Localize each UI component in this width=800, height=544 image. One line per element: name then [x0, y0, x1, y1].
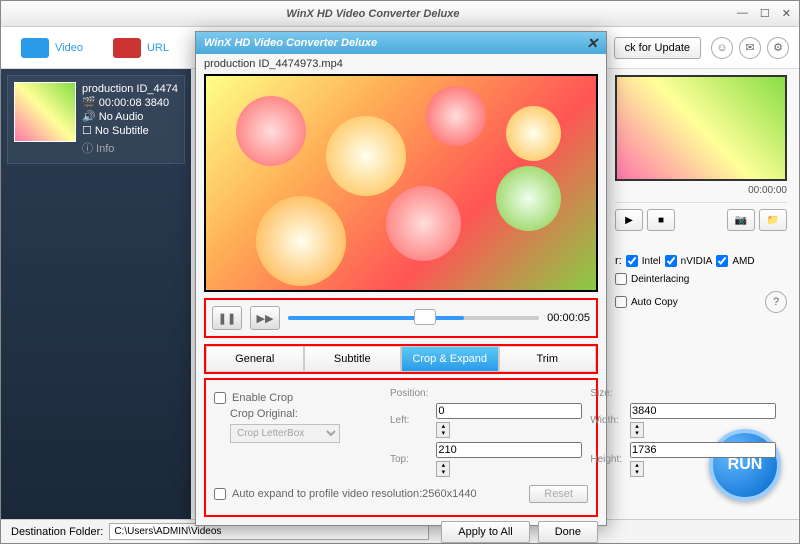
- video-label: Video: [55, 42, 83, 54]
- spin-down[interactable]: ▾: [631, 430, 643, 437]
- youtube-icon: [113, 38, 141, 58]
- spin-down[interactable]: ▾: [631, 469, 643, 476]
- file-list-sidebar: production ID_4474 🎬 00:00:08 3840 🔊 No …: [1, 69, 191, 521]
- url-label: URL: [147, 42, 169, 54]
- seek-slider[interactable]: [288, 316, 539, 320]
- user-icon[interactable]: ☺: [711, 37, 733, 59]
- spin-up[interactable]: ▴: [631, 423, 643, 430]
- add-video-button[interactable]: Video: [11, 34, 93, 62]
- settings-icon[interactable]: ⚙: [767, 37, 789, 59]
- dialog-title: WinX HD Video Converter Deluxe: [204, 37, 377, 49]
- tab-trim[interactable]: Trim: [499, 346, 597, 372]
- autocopy-checkbox[interactable]: [615, 296, 627, 308]
- dialog-titlebar: WinX HD Video Converter Deluxe ✕: [196, 32, 606, 54]
- video-plus-icon: [21, 38, 49, 58]
- deinterlacing-checkbox[interactable]: [615, 273, 627, 285]
- help-icon[interactable]: ?: [765, 291, 787, 313]
- edit-tabs: General Subtitle Crop & Expand Trim: [204, 344, 598, 374]
- crop-section: Enable Crop Crop Original: Crop LetterBo…: [204, 378, 598, 517]
- reset-button[interactable]: Reset: [529, 485, 588, 503]
- pause-button[interactable]: ❚❚: [212, 306, 242, 330]
- dialog-video-preview: [204, 74, 598, 292]
- auto-expand-checkbox[interactable]: [214, 488, 226, 500]
- add-url-button[interactable]: URL: [103, 34, 179, 62]
- file-meta: production ID_4474 🎬 00:00:08 3840 🔊 No …: [82, 82, 178, 157]
- titlebar: WinX HD Video Converter Deluxe — ☐ ✕: [1, 1, 799, 27]
- done-button[interactable]: Done: [538, 521, 598, 543]
- dialog-filename: production ID_4474973.mp4: [196, 54, 606, 74]
- minimize-button[interactable]: —: [737, 7, 748, 20]
- preview-time: 00:00:00: [615, 185, 787, 196]
- dialog-close-button[interactable]: ✕: [586, 35, 598, 52]
- check-update-button[interactable]: ck for Update: [614, 37, 701, 59]
- info-button[interactable]: ⓘ Info: [82, 142, 178, 157]
- slider-handle[interactable]: [414, 309, 436, 325]
- preview-play-button[interactable]: ▶: [615, 209, 643, 231]
- maximize-button[interactable]: ☐: [760, 7, 770, 20]
- options-panel: r: Intel nVIDIA AMD Deinterlacing Auto C…: [615, 249, 787, 319]
- mail-icon[interactable]: ✉: [739, 37, 761, 59]
- crop-original-label: Crop Original:: [230, 408, 298, 420]
- crop-width-input[interactable]: [630, 403, 776, 419]
- tab-crop-expand[interactable]: Crop & Expand: [401, 346, 499, 372]
- player-controls: ❚❚ ▶▶ 00:00:05: [204, 298, 598, 338]
- auto-expand-label: Auto expand to profile video resolution:…: [232, 488, 477, 500]
- tab-general[interactable]: General: [206, 346, 304, 372]
- video-thumbnail: [14, 82, 76, 142]
- intel-checkbox[interactable]: [626, 255, 638, 267]
- hw-label: r:: [615, 255, 622, 267]
- current-time: 00:00:05: [547, 312, 590, 324]
- spin-down[interactable]: ▾: [437, 430, 449, 437]
- enable-crop-checkbox[interactable]: [214, 392, 226, 404]
- file-list-item[interactable]: production ID_4474 🎬 00:00:08 3840 🔊 No …: [7, 75, 185, 164]
- spin-down[interactable]: ▾: [437, 469, 449, 476]
- main-window: WinX HD Video Converter Deluxe — ☐ ✕ Vid…: [0, 0, 800, 544]
- crop-top-input[interactable]: [436, 442, 582, 458]
- tab-subtitle[interactable]: Subtitle: [304, 346, 402, 372]
- window-title: WinX HD Video Converter Deluxe: [9, 8, 737, 20]
- apply-all-button[interactable]: Apply to All: [441, 521, 529, 543]
- spin-up[interactable]: ▴: [631, 462, 643, 469]
- spin-up[interactable]: ▴: [437, 423, 449, 430]
- spin-up[interactable]: ▴: [437, 462, 449, 469]
- crop-original-select[interactable]: Crop LetterBox: [230, 424, 340, 443]
- enable-crop-label: Enable Crop: [232, 392, 293, 404]
- open-folder-button[interactable]: 📁: [759, 209, 787, 231]
- crop-height-input[interactable]: [630, 442, 776, 458]
- dest-folder-label: Destination Folder:: [11, 526, 103, 538]
- amd-checkbox[interactable]: [716, 255, 728, 267]
- forward-button[interactable]: ▶▶: [250, 306, 280, 330]
- preview-image: [615, 75, 787, 181]
- preview-panel: 00:00:00 ▶ ■ 📷 📁: [615, 75, 787, 231]
- snapshot-button[interactable]: 📷: [727, 209, 755, 231]
- close-button[interactable]: ✕: [782, 7, 791, 20]
- crop-left-input[interactable]: [436, 403, 582, 419]
- edit-dialog: WinX HD Video Converter Deluxe ✕ product…: [195, 31, 607, 526]
- nvidia-checkbox[interactable]: [665, 255, 677, 267]
- preview-stop-button[interactable]: ■: [647, 209, 675, 231]
